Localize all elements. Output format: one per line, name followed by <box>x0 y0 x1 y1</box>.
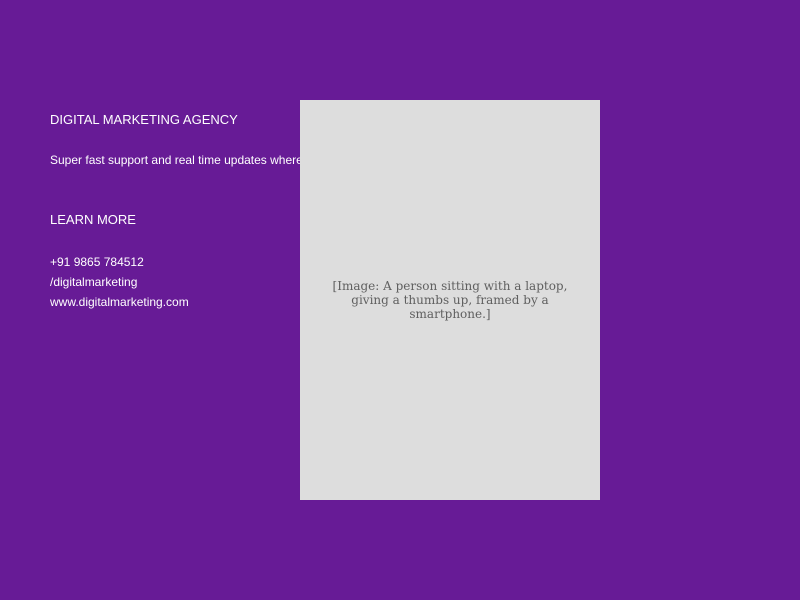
learn-more-link[interactable]: LEARN MORE <box>50 212 136 228</box>
contact-info: +91 9865 784512 /digitalmarketing www.di… <box>50 252 189 312</box>
phone-number: +91 9865 784512 <box>50 255 144 269</box>
hero-image: [Image: A person sitting with a laptop, … <box>300 100 600 500</box>
hero-image-caption: [Image: A person sitting with a laptop, … <box>332 279 568 321</box>
website-url: www.digitalmarketing.com <box>50 295 189 309</box>
landing-page: DIGITAL MARKETING AGENCY Super fast supp… <box>0 0 800 600</box>
social-handle: /digitalmarketing <box>50 275 138 289</box>
agency-name: DIGITAL MARKETING AGENCY <box>50 112 238 127</box>
agency-tagline: Super fast support and real time updates… <box>50 153 300 167</box>
